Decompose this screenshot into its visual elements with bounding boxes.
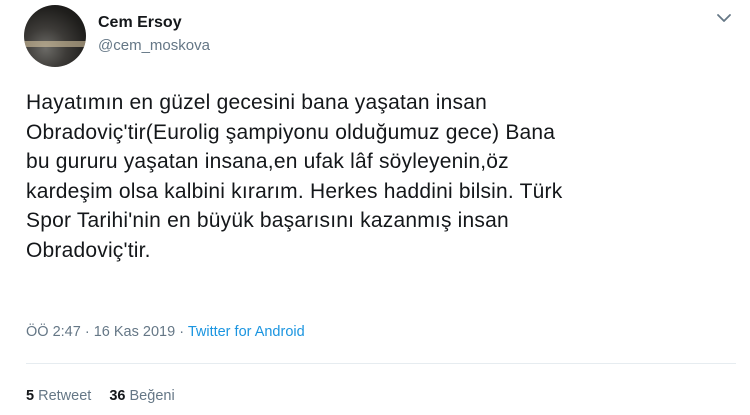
tweet-source-link[interactable]: Twitter for Android bbox=[188, 324, 305, 340]
tweet-meta: ÖÖ 2:47 · 16 Kas 2019 · Twitter for Andr… bbox=[26, 324, 305, 340]
user-handle[interactable]: @cem_moskova bbox=[98, 37, 210, 54]
like-label: Beğeni bbox=[129, 388, 175, 404]
retweet-count: 5 bbox=[26, 388, 35, 404]
tweet-stats: 5 Retweet 36 Beğeni bbox=[26, 388, 189, 404]
tweet-date[interactable]: 16 Kas 2019 bbox=[94, 324, 175, 340]
retweet-stat[interactable]: 5 Retweet bbox=[26, 388, 91, 404]
meta-separator: · bbox=[179, 324, 185, 340]
like-count: 36 bbox=[109, 388, 126, 404]
divider bbox=[26, 363, 736, 364]
like-stat[interactable]: 36 Beğeni bbox=[109, 388, 174, 404]
tweet-text: Hayatımın en güzel gecesini bana yaşatan… bbox=[26, 91, 563, 262]
retweet-label: Retweet bbox=[38, 388, 92, 404]
display-name[interactable]: Cem Ersoy bbox=[98, 14, 182, 32]
tweet-time[interactable]: ÖÖ 2:47 bbox=[26, 324, 81, 340]
meta-separator: · bbox=[84, 324, 90, 340]
avatar[interactable] bbox=[24, 5, 86, 67]
chevron-down-icon[interactable] bbox=[716, 12, 732, 24]
